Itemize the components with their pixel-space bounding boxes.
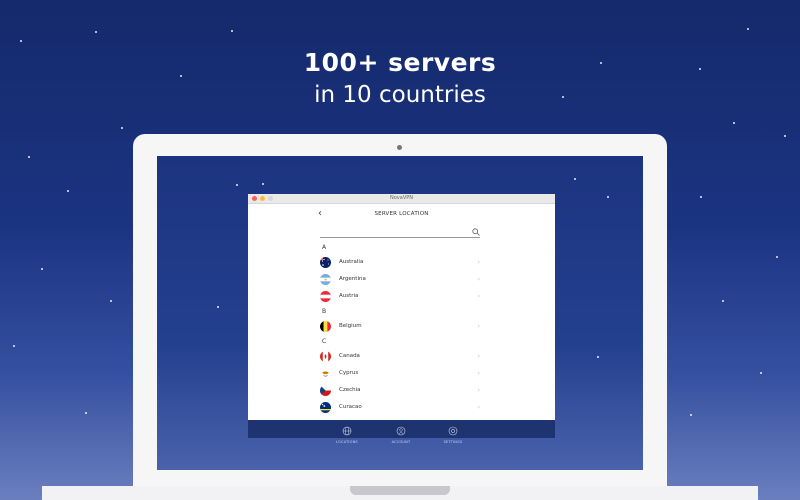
australia-flag-icon (320, 257, 331, 268)
chevron-right-icon: › (477, 293, 480, 300)
headline: 100+ servers in 10 countries (0, 48, 800, 112)
window-titlebar[interactable]: NovaVPN (248, 194, 555, 204)
laptop-frame: NovaVPN ‹ SERVER LOCATION A Australia › … (133, 134, 667, 486)
list-item[interactable]: Canada › (320, 348, 480, 365)
nav-settings[interactable]: SETTINGS (433, 421, 473, 445)
user-icon (396, 426, 406, 436)
laptop-notch (350, 486, 450, 495)
camera-icon (397, 145, 402, 150)
section-letter: A (322, 244, 327, 251)
star (41, 268, 43, 270)
star (262, 183, 264, 185)
star (722, 300, 724, 302)
star (20, 40, 22, 42)
star (760, 372, 762, 374)
star (85, 412, 87, 414)
list-item[interactable]: Cyprus › (320, 365, 480, 382)
star (574, 178, 576, 180)
country-name: Cyprus (339, 370, 359, 376)
chevron-right-icon: › (477, 276, 480, 283)
star (733, 122, 735, 124)
chevron-right-icon: › (477, 323, 480, 330)
list-item[interactable]: Australia › (320, 254, 480, 271)
app-window: NovaVPN ‹ SERVER LOCATION A Australia › … (248, 194, 555, 444)
star (597, 356, 599, 358)
star (747, 28, 749, 30)
canada-flag-icon (320, 351, 331, 362)
chevron-right-icon: › (477, 404, 480, 411)
country-list: A Australia › Argentina › Austria › B Be… (320, 241, 480, 416)
page-title: SERVER LOCATION (374, 211, 429, 217)
list-item[interactable]: Argentina › (320, 271, 480, 288)
list-item[interactable]: Belgium › (320, 318, 480, 335)
list-item[interactable]: Austria › (320, 288, 480, 305)
search-icon[interactable] (472, 228, 480, 236)
globe-icon (342, 426, 352, 436)
chevron-right-icon: › (477, 370, 480, 377)
laptop-screen: NovaVPN ‹ SERVER LOCATION A Australia › … (157, 156, 643, 470)
belgium-flag-icon (320, 321, 331, 332)
star (13, 345, 15, 347)
star (784, 135, 786, 137)
section-letter: B (322, 308, 327, 315)
star (121, 127, 123, 129)
bottom-nav: LOCATIONS ACCOUNT SETTINGS (248, 420, 555, 444)
cyprus-flag-icon (320, 368, 331, 379)
nav-account[interactable]: ACCOUNT (381, 421, 421, 445)
star (67, 190, 69, 192)
star (607, 196, 609, 198)
curacao-flag-icon (320, 402, 331, 413)
nav-locations[interactable]: LOCATIONS (327, 421, 367, 445)
section-letter: C (322, 338, 327, 345)
laptop-base (42, 486, 758, 500)
country-name: Belgium (339, 323, 362, 329)
app-content: ‹ SERVER LOCATION A Australia › Argentin… (248, 204, 555, 420)
headline-subtitle: in 10 countries (314, 82, 486, 108)
list-item[interactable]: Curacao › (320, 399, 480, 416)
chevron-right-icon: › (477, 353, 480, 360)
country-name: Canada (339, 353, 360, 359)
czechia-flag-icon (320, 385, 331, 396)
star (690, 414, 692, 416)
window-title: NovaVPN (390, 195, 413, 201)
star (776, 256, 778, 258)
headline-title: 100+ servers (303, 48, 497, 77)
chevron-right-icon: › (477, 387, 480, 394)
argentina-flag-icon (320, 274, 331, 285)
nav-label: ACCOUNT (391, 440, 411, 444)
star (700, 196, 702, 198)
country-name: Austria (339, 293, 359, 299)
star (217, 306, 219, 308)
chevron-right-icon: › (477, 259, 480, 266)
star (236, 184, 238, 186)
nav-label: LOCATIONS (336, 440, 358, 444)
nav-label: SETTINGS (443, 440, 463, 444)
country-name: Curacao (339, 404, 362, 410)
country-name: Australia (339, 259, 364, 265)
star (28, 156, 30, 158)
star (95, 31, 97, 33)
list-item[interactable]: Czechia › (320, 382, 480, 399)
search-input[interactable] (320, 228, 480, 238)
country-name: Czechia (339, 387, 361, 393)
star (110, 300, 112, 302)
country-name: Argentina (339, 276, 366, 282)
star (231, 30, 233, 32)
gear-icon (448, 426, 458, 436)
austria-flag-icon (320, 291, 331, 302)
